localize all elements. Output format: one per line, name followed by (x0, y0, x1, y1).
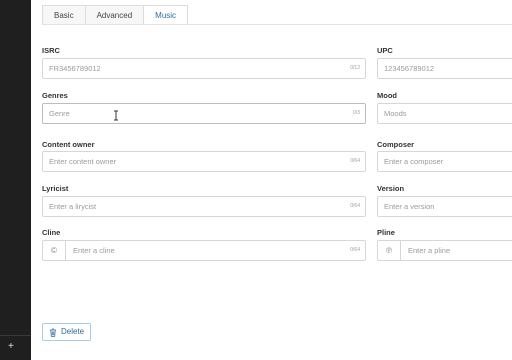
tab-advanced[interactable]: Advanced (84, 5, 144, 25)
mood-select[interactable]: Moods (377, 103, 512, 124)
phonogram-icon: ℗ (378, 241, 401, 260)
pline-label: Pline (377, 228, 395, 237)
mood-label: Mood (377, 91, 397, 100)
pline-placeholder: Enter a pline (408, 246, 451, 255)
copyright-icon: © (43, 241, 66, 260)
upc-placeholder: 123456789012 (384, 64, 435, 73)
cline-label: Cline (42, 228, 61, 237)
tab-basic[interactable]: Basic (42, 5, 85, 25)
isrc-counter: 0/12 (350, 65, 360, 71)
genres-label: Genres (42, 91, 68, 100)
main-panel: Basic Advanced Music ISRC FR3456789012 0… (31, 0, 512, 360)
delete-button[interactable]: Delete (42, 323, 92, 341)
mood-placeholder: Moods (384, 109, 407, 118)
version-input[interactable]: Enter a version (377, 196, 512, 217)
isrc-input[interactable]: FR3456789012 0/12 (42, 58, 366, 79)
lyricist-placeholder: Enter a lirycist (49, 202, 97, 211)
tabs-divider (42, 24, 512, 25)
lyricist-counter: 0/64 (350, 203, 360, 209)
trash-icon (50, 328, 56, 337)
tab-music[interactable]: Music (143, 5, 189, 25)
version-placeholder: Enter a version (384, 202, 435, 211)
upc-label: UPC (377, 46, 393, 55)
composer-input[interactable]: Enter a composer (377, 151, 512, 172)
tab-bar: Basic Advanced Music (42, 5, 189, 25)
pline-input[interactable]: ℗ Enter a pline (377, 240, 512, 261)
rail-divider (0, 335, 31, 336)
lyricist-input[interactable]: Enter a lirycist 0/64 (42, 196, 366, 217)
composer-placeholder: Enter a composer (384, 157, 444, 166)
content-owner-label: Content owner (42, 140, 95, 149)
isrc-placeholder: FR3456789012 (49, 64, 101, 73)
delete-label: Delete (61, 327, 85, 336)
cline-placeholder: Enter a cline (73, 246, 115, 255)
genres-placeholder: Genre (49, 109, 70, 118)
upc-input[interactable]: 123456789012 (377, 58, 512, 79)
lyricist-label: Lyricist (42, 184, 69, 193)
text-cursor-icon (113, 110, 119, 121)
genres-counter: 0/3 (353, 110, 360, 116)
composer-label: Composer (377, 140, 415, 149)
isrc-label: ISRC (42, 46, 60, 55)
content-owner-placeholder: Enter content owner (49, 157, 117, 166)
add-icon[interactable]: + (8, 342, 14, 352)
cline-input[interactable]: © Enter a cline 0/64 (42, 240, 366, 261)
genres-input[interactable]: Genre 0/3 (42, 103, 366, 124)
cline-counter: 0/64 (350, 247, 360, 253)
left-rail: + (0, 0, 31, 360)
content-owner-input[interactable]: Enter content owner 0/64 (42, 151, 366, 172)
version-label: Version (377, 184, 405, 193)
content-owner-counter: 0/64 (350, 158, 360, 164)
